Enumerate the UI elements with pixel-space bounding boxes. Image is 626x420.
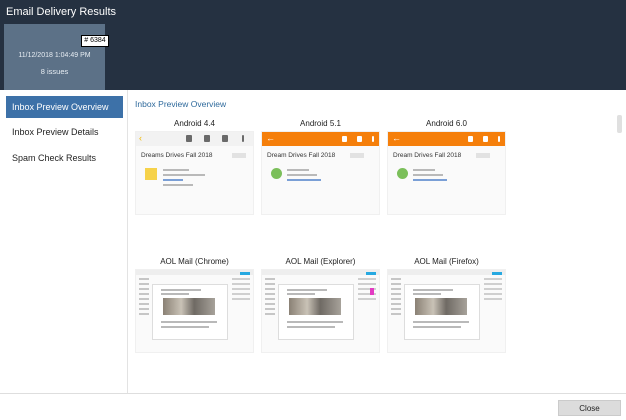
section-title: Inbox Preview Overview xyxy=(135,99,227,109)
label-tag xyxy=(476,153,490,158)
preview-label: Android 5.1 xyxy=(300,119,341,128)
sender-row xyxy=(141,165,250,191)
mail-icon xyxy=(483,136,488,142)
mail-icon xyxy=(357,136,362,142)
mail-subject: Dream Drives Fall 2018 xyxy=(267,152,336,159)
back-arrow-icon: ← xyxy=(392,133,401,143)
preview-label: Android 6.0 xyxy=(426,119,467,128)
preview-thumbnail[interactable] xyxy=(261,269,380,353)
more-icon xyxy=(242,135,244,142)
email-body xyxy=(404,284,480,340)
sender-row xyxy=(267,165,376,191)
preview-thumbnail[interactable] xyxy=(387,269,506,353)
run-issues-count: 8 issues xyxy=(40,67,69,76)
avatar xyxy=(271,168,282,179)
mail-subject: Dream Drives Fall 2018 xyxy=(393,152,462,159)
ad-banner xyxy=(370,288,374,295)
header: Email Delivery Results # 6384 11/12/2018… xyxy=(0,0,626,90)
email-hero-image xyxy=(415,298,467,315)
avatar xyxy=(145,168,157,180)
app-bar: ‹ xyxy=(136,132,253,146)
sender-row xyxy=(393,165,502,191)
preview-thumbnail[interactable]: ‹ Dreams Drives Fall 2018 xyxy=(135,131,254,215)
main-content: Inbox Preview Overview Android 4.4 ‹ Dre… xyxy=(128,90,626,393)
run-card[interactable]: # 6384 11/12/2018 1:04:49 PM 8 issues xyxy=(4,24,109,90)
sidebar: Inbox Preview Overview Inbox Preview Det… xyxy=(0,90,128,393)
sidebar-item-inbox-preview-details[interactable]: Inbox Preview Details xyxy=(6,121,123,143)
footer: Close xyxy=(0,393,626,420)
run-id-badge: # 6384 xyxy=(81,35,109,47)
back-arrow-icon: ← xyxy=(266,133,275,143)
preview-label: AOL Mail (Chrome) xyxy=(160,257,229,266)
mail-icon xyxy=(204,135,210,142)
preview-label: AOL Mail (Firefox) xyxy=(414,257,479,266)
label-tag xyxy=(350,153,364,158)
app-bar: ← xyxy=(262,132,379,146)
mail-subject: Dreams Drives Fall 2018 xyxy=(141,152,213,159)
archive-icon xyxy=(468,136,473,142)
avatar xyxy=(397,168,408,179)
preview-thumbnail[interactable] xyxy=(135,269,254,353)
archive-icon xyxy=(186,135,192,142)
sidebar-item-spam-check-results[interactable]: Spam Check Results xyxy=(6,147,123,169)
email-hero-image xyxy=(289,298,341,315)
email-hero-image xyxy=(163,298,215,315)
archive-icon xyxy=(342,136,347,142)
app-bar: ← xyxy=(388,132,505,146)
scrollbar[interactable] xyxy=(617,115,622,133)
preview-thumbnail[interactable]: ← Dream Drives Fall 2018 xyxy=(261,131,380,215)
close-button[interactable]: Close xyxy=(558,400,621,416)
run-date: 11/12/2018 1:04:49 PM xyxy=(18,52,91,59)
more-icon xyxy=(498,136,500,142)
back-icon: ‹ xyxy=(139,133,142,143)
preview-label: AOL Mail (Explorer) xyxy=(285,257,356,266)
label-tag xyxy=(232,153,246,158)
preview-thumbnail[interactable]: ← Dream Drives Fall 2018 xyxy=(387,131,506,215)
more-icon xyxy=(372,136,374,142)
email-body xyxy=(152,284,228,340)
sidebar-item-inbox-preview-overview[interactable]: Inbox Preview Overview xyxy=(6,96,123,118)
preview-label: Android 4.4 xyxy=(174,119,215,128)
window-title: Email Delivery Results xyxy=(6,6,117,18)
email-body xyxy=(278,284,354,340)
folder-icon xyxy=(222,135,228,142)
